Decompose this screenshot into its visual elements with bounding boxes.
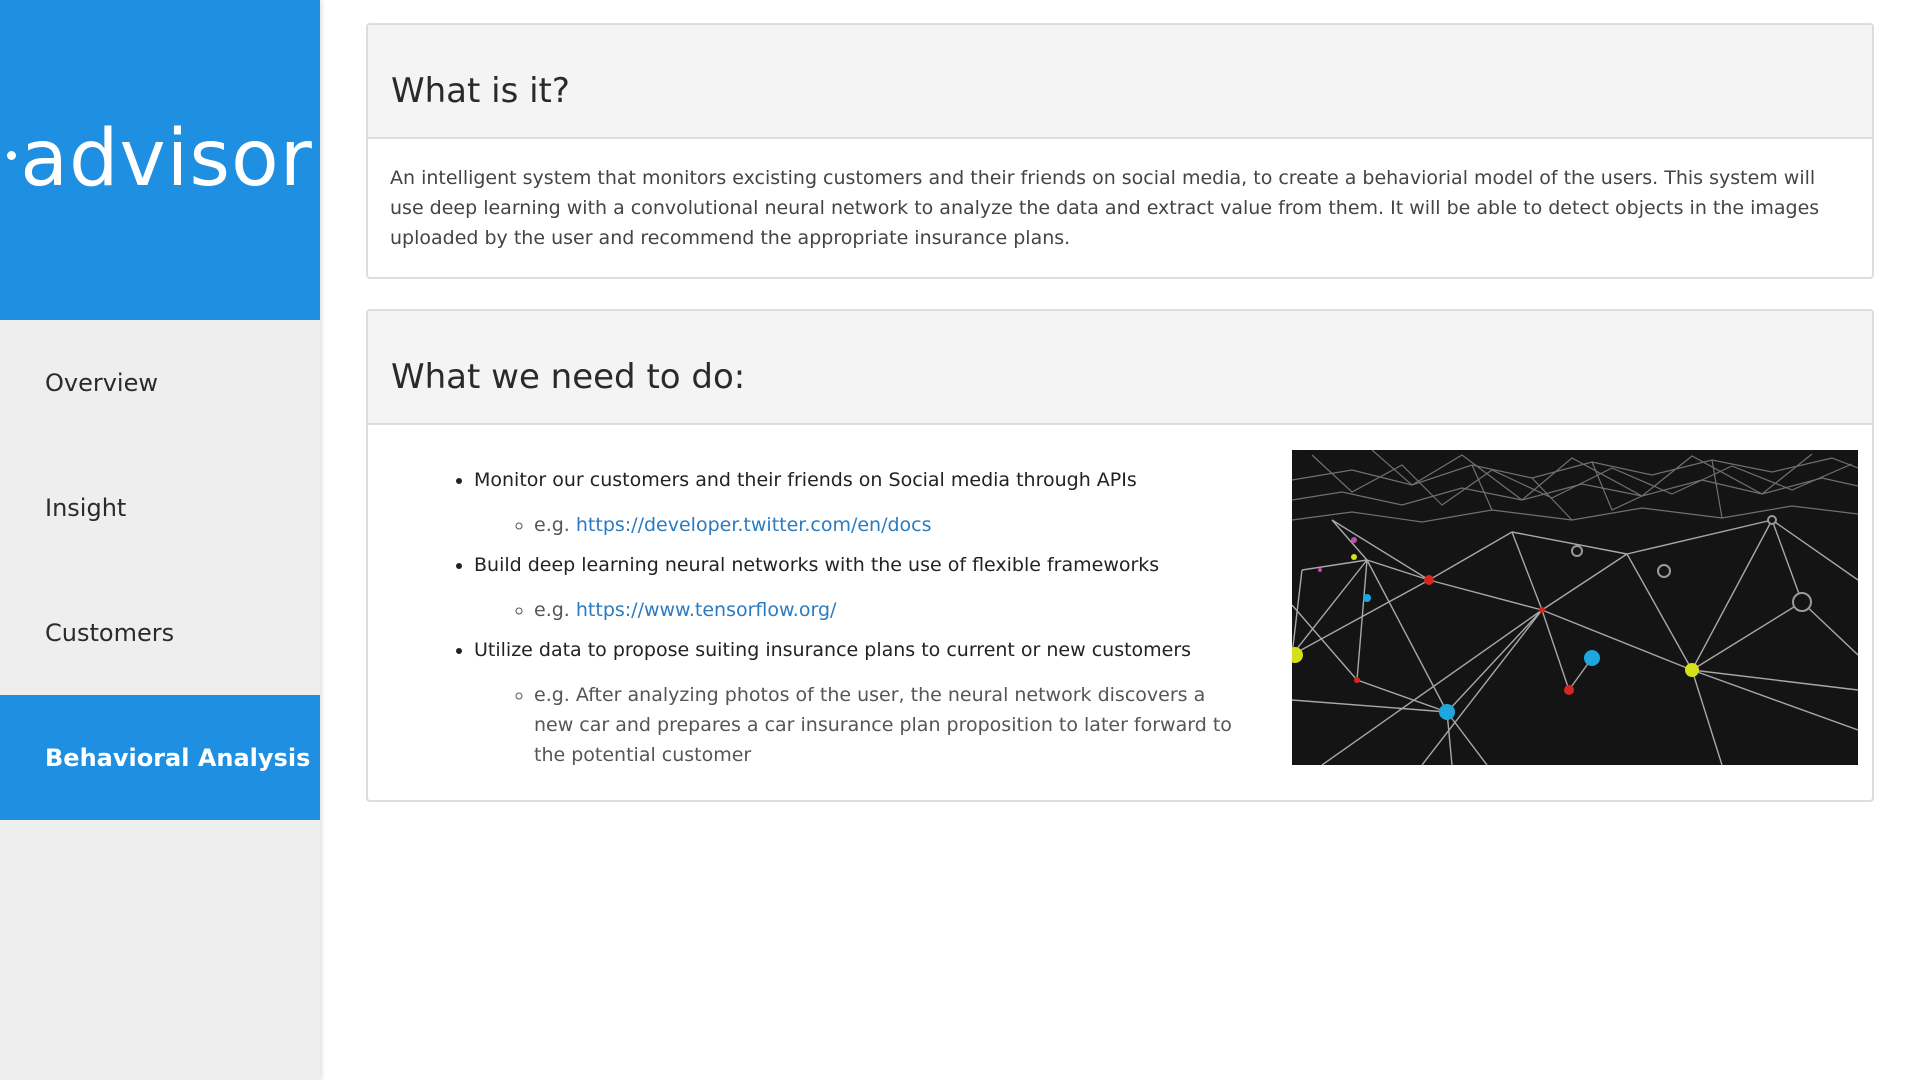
logo-text: advisor xyxy=(20,113,313,204)
twitter-docs-link[interactable]: https://developer.twitter.com/en/docs xyxy=(576,514,932,536)
sidebar-item-insight[interactable]: Insight xyxy=(0,445,320,570)
main-content: What is it? An intelligent system that m… xyxy=(366,23,1874,832)
panel-title: What is it? xyxy=(391,71,570,111)
list-item-text: Monitor our customers and their friends … xyxy=(474,469,1137,491)
panel-body: An intelligent system that monitors exci… xyxy=(368,139,1872,277)
panel-body: Monitor our customers and their friends … xyxy=(368,425,1872,800)
list-item: Monitor our customers and their friends … xyxy=(474,465,1250,540)
panel-title: What we need to do: xyxy=(391,357,746,397)
list-item: Utilize data to propose suiting insuranc… xyxy=(474,635,1250,770)
sub-list-item: e.g. https://developer.twitter.com/en/do… xyxy=(534,510,1250,540)
what-we-need-panel: What we need to do: Monitor our customer… xyxy=(366,309,1874,802)
sub-list-item: e.g. https://www.tensorflow.org/ xyxy=(534,595,1250,625)
list-item: Build deep learning neural networks with… xyxy=(474,550,1250,625)
what-is-it-panel: What is it? An intelligent system that m… xyxy=(366,23,1874,279)
sub-list: e.g. https://www.tensorflow.org/ xyxy=(474,595,1250,625)
logo: advisor xyxy=(7,114,313,204)
network-graphic xyxy=(1292,450,1858,765)
sidebar-item-label: Insight xyxy=(45,493,127,522)
sub-list: e.g. https://developer.twitter.com/en/do… xyxy=(474,510,1250,540)
brand-header[interactable]: advisor xyxy=(0,0,320,320)
panel-heading: What is it? xyxy=(368,25,1872,139)
sub-list: e.g. After analyzing photos of the user,… xyxy=(474,680,1250,770)
sidebar-item-behavioral-analysis[interactable]: Behavioral Analysis xyxy=(0,695,320,820)
description-text: An intelligent system that monitors exci… xyxy=(390,167,1820,249)
logo-dot-icon xyxy=(7,151,17,160)
example-text: e.g. After analyzing photos of the user,… xyxy=(534,684,1232,766)
sidebar-item-overview[interactable]: Overview xyxy=(0,320,320,445)
list-item-text: Build deep learning neural networks with… xyxy=(474,554,1160,576)
todo-list: Monitor our customers and their friends … xyxy=(390,465,1250,770)
app-window: advisor Overview Insight Customers Behav… xyxy=(0,0,1920,1080)
sub-list-item: e.g. After analyzing photos of the user,… xyxy=(534,680,1250,770)
sidebar-item-label: Behavioral Analysis xyxy=(45,743,311,772)
sidebar-item-label: Overview xyxy=(45,368,158,397)
list-item-text: Utilize data to propose suiting insuranc… xyxy=(474,639,1192,661)
sidebar-item-label: Customers xyxy=(45,618,175,647)
sidebar-item-customers[interactable]: Customers xyxy=(0,570,320,695)
todo-list-container: Monitor our customers and their friends … xyxy=(390,445,1250,770)
neural-network-image xyxy=(1292,450,1858,765)
example-prefix: e.g. xyxy=(534,514,576,536)
sidebar: advisor Overview Insight Customers Behav… xyxy=(0,0,320,1080)
tensorflow-link[interactable]: https://www.tensorflow.org/ xyxy=(576,599,837,621)
example-prefix: e.g. xyxy=(534,599,576,621)
panel-heading: What we need to do: xyxy=(368,311,1872,425)
sidebar-nav: Overview Insight Customers Behavioral An… xyxy=(0,320,320,820)
